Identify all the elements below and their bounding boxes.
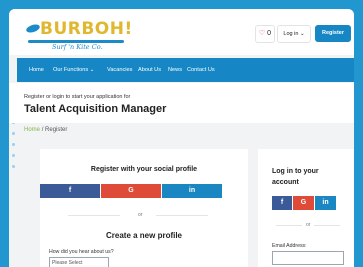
social-login-buttons: f G in (272, 196, 336, 210)
side-indicator (9, 121, 18, 176)
linkedin-login-button[interactable]: in (315, 196, 336, 210)
breadcrumb-current: Register (45, 127, 68, 133)
nav-home[interactable]: Home (29, 58, 44, 82)
linkedin-icon: in (188, 187, 196, 194)
favourites-count: 0 (267, 30, 272, 37)
nav-news[interactable]: News (168, 58, 182, 82)
breadcrumb-home[interactable]: Home (24, 127, 40, 133)
site-header: BURBOH! Surf 'n Kite Co. ♡ 0 Log in ⌄ Re… (9, 9, 354, 55)
nav-about-us[interactable]: About Us (138, 58, 161, 82)
login-card: Log in to your account f G in or Email A… (258, 149, 354, 267)
logo-tagline: Surf 'n Kite Co. (52, 43, 103, 51)
heart-icon: ♡ (258, 30, 266, 37)
surfboard-icon (25, 23, 41, 34)
facebook-icon: f (280, 199, 284, 206)
main-nav: Home Our Functions ⌄ Vacancies About Us … (17, 58, 354, 82)
facebook-register-button[interactable]: f (40, 184, 100, 198)
social-register-buttons: f G in (40, 184, 222, 198)
page-title: Talent Acquisition Manager (24, 103, 167, 115)
browser-window: BURBOH! Surf 'n Kite Co. ♡ 0 Log in ⌄ Re… (9, 9, 354, 267)
logo-wordmark: BURBOH! (40, 19, 133, 39)
chevron-down-icon: ⌄ (89, 67, 95, 73)
chevron-down-icon: ⌄ (299, 31, 305, 37)
linkedin-icon: in (322, 199, 329, 206)
create-profile-heading: Create a new profile (105, 231, 183, 240)
divider (156, 215, 208, 216)
social-register-heading: Register with your social profile (90, 166, 198, 173)
divider (276, 225, 302, 226)
nav-our-functions[interactable]: Our Functions ⌄ (53, 58, 94, 82)
logo[interactable]: BURBOH! Surf 'n Kite Co. (25, 19, 136, 55)
login-heading: Log in to your account (272, 168, 319, 186)
page-intro: Register or login to start your applicat… (9, 83, 354, 123)
or-divider: or (306, 222, 311, 228)
breadcrumb: Home / Register (24, 127, 67, 133)
hear-about-label: How did you hear about us? (49, 249, 114, 255)
favourites-button[interactable]: ♡ 0 (255, 25, 275, 43)
google-icon: G (128, 187, 134, 194)
nav-contact-us[interactable]: Contact Us (187, 58, 215, 82)
email-field[interactable] (272, 251, 344, 265)
google-login-button[interactable]: G (293, 196, 314, 210)
facebook-icon: f (68, 187, 72, 194)
google-register-button[interactable]: G (101, 184, 161, 198)
hear-about-value: Please Select (52, 260, 83, 266)
register-button[interactable]: Register (315, 25, 351, 42)
hear-about-select[interactable]: Please Select (49, 257, 109, 267)
email-label: Email Address: (272, 243, 307, 249)
nav-vacancies[interactable]: Vacancies (107, 58, 132, 82)
google-icon: G (300, 199, 307, 206)
or-divider: or (138, 212, 143, 218)
register-card: Register with your social profile f G in… (40, 149, 248, 267)
facebook-login-button[interactable]: f (272, 196, 292, 210)
page-subtitle: Register or login to start your applicat… (24, 94, 131, 100)
linkedin-register-button[interactable]: in (162, 184, 222, 198)
login-label: Log in (283, 31, 299, 37)
login-button[interactable]: Log in ⌄ (277, 25, 311, 43)
divider (68, 215, 120, 216)
divider (314, 225, 340, 226)
